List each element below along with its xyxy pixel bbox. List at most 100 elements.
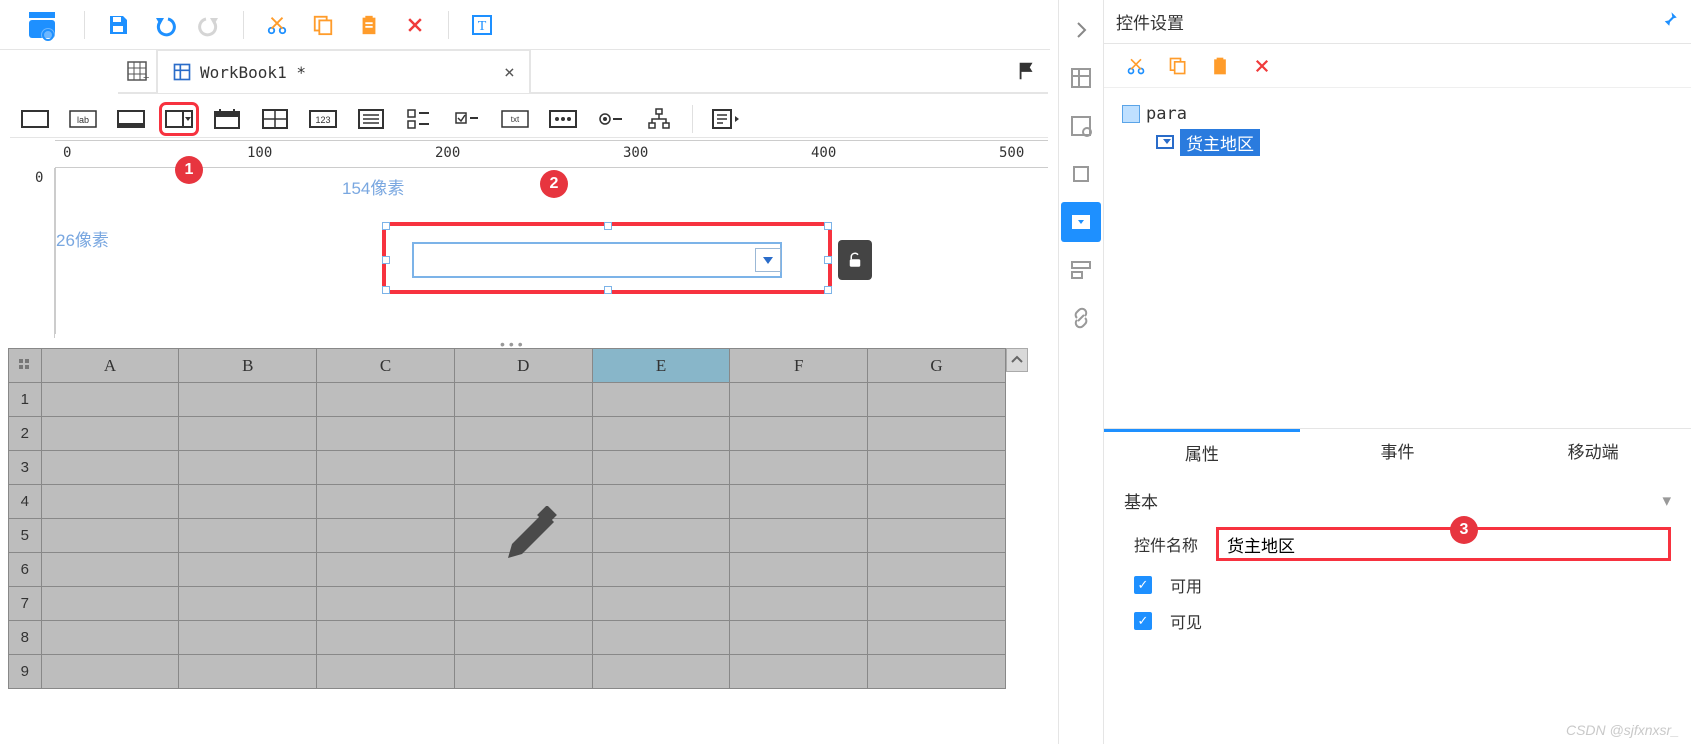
widget-date-icon[interactable]	[212, 107, 242, 131]
col-header[interactable]: B	[179, 349, 317, 383]
ruler-tick: 200	[435, 145, 460, 161]
pin-icon[interactable]	[1661, 10, 1679, 33]
pencil-cursor-icon	[500, 506, 560, 566]
combo-widget-body[interactable]	[412, 242, 782, 278]
col-header[interactable]: A	[41, 349, 179, 383]
section-basic[interactable]: 基本 ▾	[1104, 472, 1691, 521]
widget-textarea-icon[interactable]: txt	[500, 107, 530, 131]
widget-list-icon[interactable]	[356, 107, 386, 131]
row-header[interactable]: 9	[9, 655, 42, 689]
widget-check-icon[interactable]	[452, 107, 482, 131]
ruler-tick: 0	[35, 170, 43, 186]
row-header[interactable]: 3	[9, 451, 42, 485]
tab-mobile[interactable]: 移动端	[1495, 429, 1691, 472]
tree-item[interactable]: 货主地区	[1156, 128, 1673, 156]
paste-icon[interactable]	[356, 12, 382, 38]
panel-title: 控件设置	[1116, 9, 1184, 34]
combo-icon	[1156, 135, 1174, 149]
widget-text-icon[interactable]	[116, 107, 146, 131]
svg-text:T: T	[478, 19, 487, 34]
flag-icon[interactable]	[1016, 60, 1038, 82]
vbar-crop-icon[interactable]	[1061, 154, 1101, 194]
panel-paste-icon[interactable]	[1208, 54, 1232, 78]
annotation-badge-1: 1	[175, 156, 203, 184]
vbar-link-icon[interactable]	[1061, 298, 1101, 338]
right-icon-bar	[1058, 0, 1104, 744]
width-label: 154像素	[342, 174, 404, 199]
property-tabs: 属性 事件 移动端	[1104, 428, 1691, 472]
svg-text:txt: txt	[511, 115, 520, 124]
annotation-badge-2: 2	[540, 170, 568, 198]
row-header[interactable]: 7	[9, 587, 42, 621]
widget-more-icon[interactable]	[711, 107, 741, 131]
row-header[interactable]: 6	[9, 553, 42, 587]
input-widget-name[interactable]	[1216, 527, 1671, 561]
tree-root-label: para	[1146, 104, 1187, 124]
widget-combo-icon[interactable]	[164, 107, 194, 131]
panel-header: 控件设置	[1104, 0, 1691, 44]
document-tabs: + WorkBook1 * ×	[118, 50, 1048, 94]
tab-add-button[interactable]: +	[118, 49, 156, 93]
undo-icon[interactable]	[151, 12, 177, 38]
widget-checkgroup-icon[interactable]	[404, 107, 434, 131]
row-header[interactable]: 4	[9, 485, 42, 519]
panel-cut-icon[interactable]	[1124, 54, 1148, 78]
widget-number-icon[interactable]: 123	[308, 107, 338, 131]
row-visible: ✓ 可见	[1104, 603, 1691, 639]
height-label: 26像素	[56, 226, 109, 251]
widget-tree[interactable]: para 货主地区	[1104, 88, 1691, 168]
chevron-down-icon: ▾	[1662, 491, 1671, 511]
delete-icon[interactable]	[402, 12, 428, 38]
tab-title: WorkBook1 *	[200, 63, 306, 82]
sheet-corner[interactable]	[9, 349, 42, 383]
row-header[interactable]: 5	[9, 519, 42, 553]
section-label: 基本	[1124, 488, 1158, 513]
unlock-icon[interactable]	[838, 240, 872, 280]
save-icon[interactable]	[105, 12, 131, 38]
ruler-tick: 100	[247, 145, 272, 161]
cut-icon[interactable]	[264, 12, 290, 38]
workbook-icon	[172, 62, 192, 82]
widget-tree-icon[interactable]	[644, 107, 674, 131]
copy-icon[interactable]	[310, 12, 336, 38]
panel-delete-icon[interactable]	[1250, 54, 1274, 78]
col-header[interactable]: G	[868, 349, 1006, 383]
para-icon	[1122, 105, 1140, 123]
svg-text:123: 123	[315, 115, 330, 125]
widget-button-icon[interactable]	[20, 107, 50, 131]
text-format-icon[interactable]: T	[469, 12, 495, 38]
widget-radio-icon[interactable]	[596, 107, 626, 131]
label-visible: 可见	[1170, 609, 1202, 633]
redo-icon[interactable]	[197, 12, 223, 38]
ruler-tick: 0	[63, 145, 71, 161]
app-logo	[20, 3, 64, 47]
tab-attributes[interactable]: 属性	[1104, 429, 1300, 472]
vbar-dataset-icon[interactable]	[1061, 106, 1101, 146]
ruler-tick: 300	[623, 145, 648, 161]
vbar-combo-icon[interactable]	[1061, 202, 1101, 242]
row-header[interactable]: 2	[9, 417, 42, 451]
checkbox-visible[interactable]: ✓	[1134, 612, 1152, 630]
tab-workbook1[interactable]: WorkBook1 * ×	[156, 49, 531, 93]
widget-password-icon[interactable]	[548, 107, 578, 131]
col-header[interactable]: F	[730, 349, 868, 383]
expand-panel-icon[interactable]	[1061, 10, 1101, 50]
tab-events[interactable]: 事件	[1300, 429, 1496, 472]
vbar-table-icon[interactable]	[1061, 58, 1101, 98]
sheet-scroll-up-button[interactable]	[1006, 348, 1028, 372]
col-header[interactable]: E	[592, 349, 730, 383]
combo-dropdown-button[interactable]	[755, 248, 781, 272]
vertical-ruler: 0	[33, 168, 55, 338]
selected-combo-widget[interactable]	[382, 222, 832, 294]
vbar-layout-icon[interactable]	[1061, 250, 1101, 290]
checkbox-enabled[interactable]: ✓	[1134, 576, 1152, 594]
row-header[interactable]: 1	[9, 383, 42, 417]
widget-numbergroup-icon[interactable]	[260, 107, 290, 131]
tab-close-button[interactable]: ×	[504, 62, 515, 83]
row-header[interactable]: 8	[9, 621, 42, 655]
col-header[interactable]: D	[454, 349, 592, 383]
tree-root[interactable]: para	[1122, 100, 1673, 128]
widget-label-icon[interactable]: lab	[68, 107, 98, 131]
col-header[interactable]: C	[317, 349, 455, 383]
panel-copy-icon[interactable]	[1166, 54, 1190, 78]
